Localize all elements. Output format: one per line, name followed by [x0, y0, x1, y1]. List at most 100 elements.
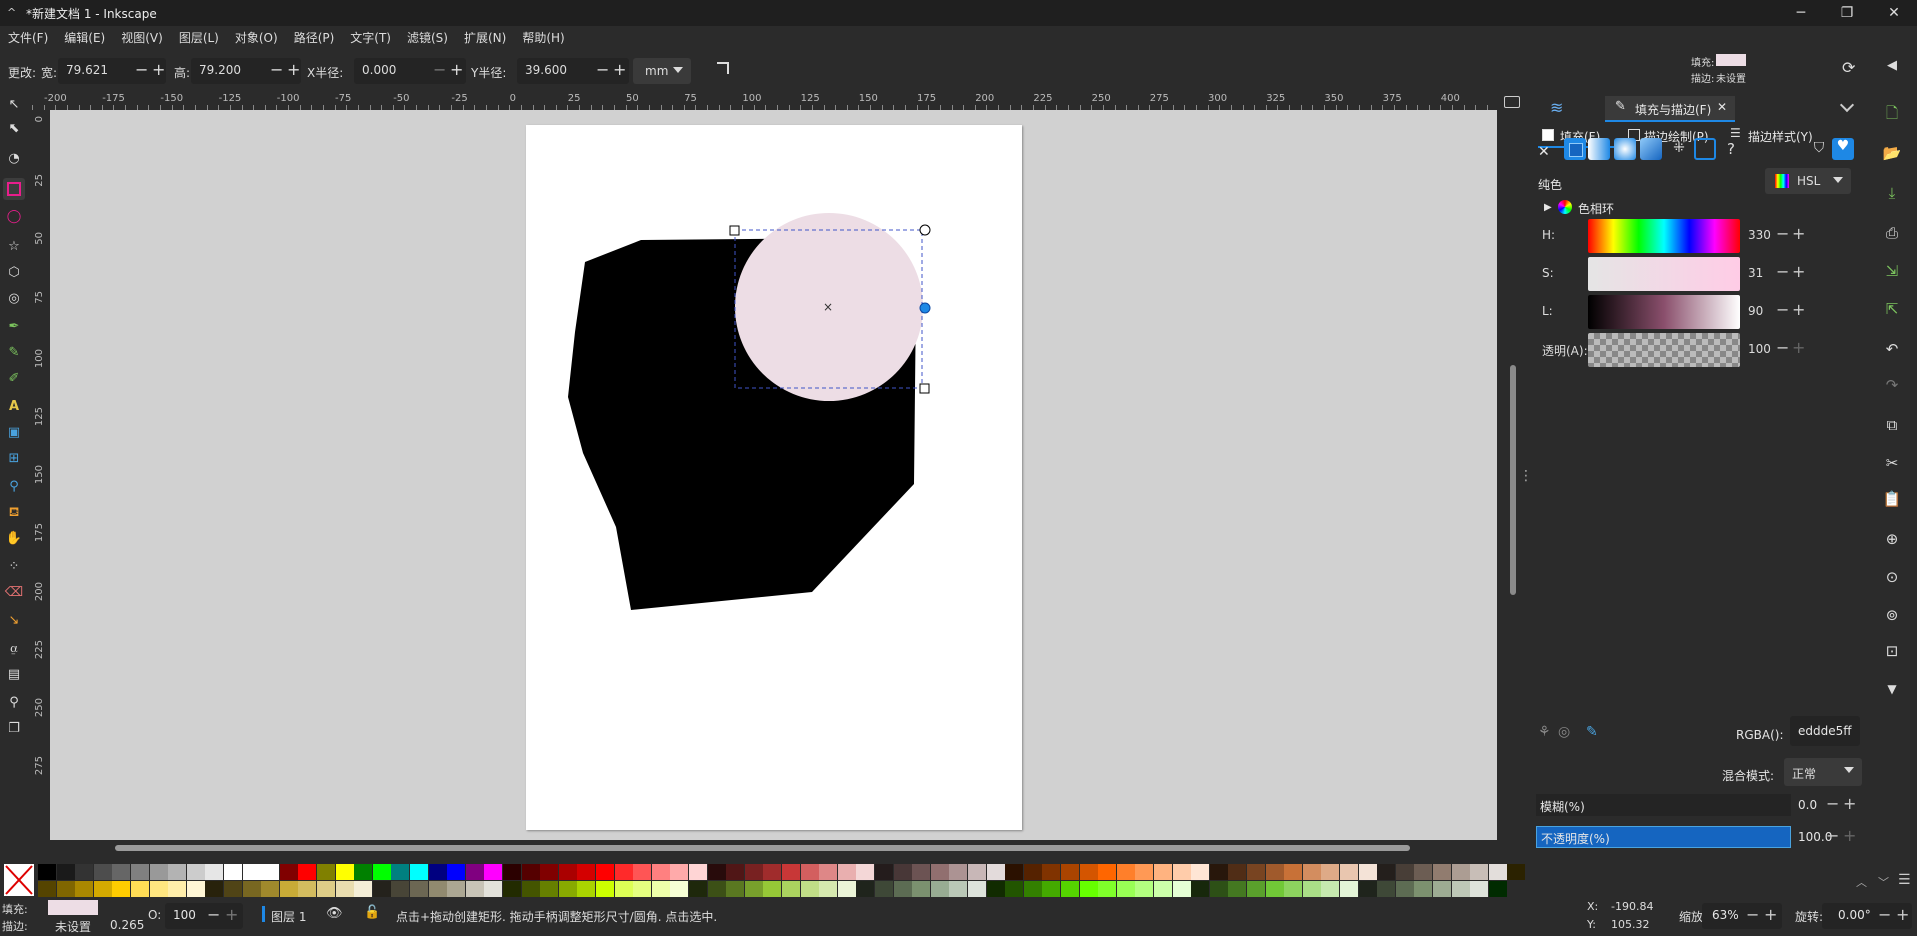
palette-swatch[interactable]	[1507, 864, 1526, 880]
palette-swatch[interactable]	[38, 881, 56, 897]
palette-swatch[interactable]	[205, 864, 224, 880]
collapse-right-icon[interactable]: ◀	[1887, 58, 1909, 80]
new-document-icon[interactable]: 🗋	[1881, 102, 1903, 124]
palette-swatch[interactable]	[242, 864, 261, 880]
text-tool-icon[interactable]: A	[3, 396, 25, 418]
color-managed-icon[interactable]: ⚘	[1538, 724, 1551, 740]
status-fill-swatch[interactable]	[48, 900, 98, 915]
palette-swatch[interactable]	[707, 881, 726, 897]
calligraphy-tool-icon[interactable]: ✐	[3, 368, 25, 390]
palette-swatch[interactable]	[335, 864, 354, 880]
decrement-icon[interactable]: −	[207, 905, 220, 924]
status-opacity-value[interactable]: 100	[173, 908, 196, 922]
increment-icon[interactable]: +	[1896, 905, 1909, 924]
menu-extensions[interactable]: 扩展(N)	[456, 26, 514, 50]
palette-swatch[interactable]	[577, 881, 596, 897]
dropper-tool-icon[interactable]: ⚲	[3, 476, 25, 498]
palette-swatch[interactable]	[372, 864, 391, 880]
cut-icon[interactable]: ✂	[1881, 452, 1903, 474]
increment-icon[interactable]: +	[1843, 794, 1856, 813]
decrement-icon[interactable]: −	[1746, 905, 1759, 924]
palette-swatch[interactable]	[1433, 881, 1451, 897]
color-wheel-label[interactable]: 色相环	[1578, 200, 1614, 217]
menu-text[interactable]: 文字(T)	[342, 26, 399, 50]
unit-dropdown[interactable]: mm	[633, 58, 691, 84]
pen-tool-icon[interactable]: ✒	[3, 316, 25, 338]
menu-path[interactable]: 路径(P)	[286, 26, 343, 50]
palette-swatch[interactable]	[168, 864, 187, 880]
palette-swatch[interactable]	[1209, 864, 1228, 880]
palette-swatch[interactable]	[837, 864, 856, 880]
palette-swatch[interactable]	[261, 881, 280, 897]
unset-paint-icon[interactable]: ?	[1720, 140, 1742, 162]
palette-swatch[interactable]	[484, 864, 503, 880]
palette-swatch[interactable]	[614, 881, 633, 897]
palette-swatch[interactable]	[800, 864, 819, 880]
palette-swatch[interactable]	[986, 881, 1005, 897]
menu-view[interactable]: 视图(V)	[113, 26, 171, 50]
palette-swatch[interactable]	[1172, 864, 1191, 880]
spray-tool-icon[interactable]: ⁘	[3, 556, 25, 578]
palette-swatch[interactable]	[465, 864, 484, 880]
import-icon[interactable]: ⇲	[1881, 260, 1903, 282]
palette-swatch[interactable]	[1247, 881, 1265, 897]
palette-swatch[interactable]	[1135, 881, 1154, 897]
palette-swatch[interactable]	[968, 881, 986, 897]
palette-swatch[interactable]	[224, 864, 242, 880]
nonzero-icon[interactable]: ♥	[1832, 138, 1854, 160]
palette-swatch[interactable]	[1061, 881, 1079, 897]
palette-swatch[interactable]	[1377, 864, 1396, 880]
palette-swatch[interactable]	[75, 864, 94, 880]
zoom-page-icon[interactable]: ⊚	[1881, 604, 1903, 626]
mesh-gradient-button[interactable]	[1640, 138, 1662, 160]
lock-icon[interactable]: 🔓	[364, 905, 380, 920]
palette-swatch[interactable]	[856, 864, 875, 880]
horizontal-scrollbar[interactable]	[115, 845, 1410, 851]
palette-swatch[interactable]	[1470, 881, 1489, 897]
status-stroke-width[interactable]: 0.265	[110, 918, 144, 932]
copy-icon[interactable]: ⧉	[1881, 414, 1903, 436]
palette-swatch[interactable]	[1135, 864, 1154, 880]
star-tool-icon[interactable]: ☆	[3, 236, 25, 258]
rx-value[interactable]: 0.000	[362, 63, 396, 77]
selector-tool-icon[interactable]: ↖	[3, 94, 25, 116]
rgba-value[interactable]: eddde5ff	[1798, 724, 1852, 738]
vertical-scrollbar[interactable]	[1510, 365, 1516, 595]
palette-swatch[interactable]	[354, 864, 373, 880]
palette-swatch[interactable]	[1265, 864, 1284, 880]
palette-swatch[interactable]	[447, 864, 466, 880]
palette-swatch[interactable]	[1340, 881, 1358, 897]
blur-slider[interactable]: 模糊(%)	[1536, 794, 1791, 816]
palette-swatch[interactable]	[837, 881, 856, 897]
palette-swatch[interactable]	[633, 881, 652, 897]
paint-bucket-tool-icon[interactable]: ⛾	[3, 502, 25, 524]
palette-swatch[interactable]	[651, 881, 670, 897]
corner-handle[interactable]	[729, 225, 740, 236]
palette-swatch[interactable]	[391, 881, 410, 897]
palette-swatch[interactable]	[1321, 864, 1340, 880]
palette-menu-icon[interactable]: ﹀	[1878, 874, 1889, 890]
palette-swatch[interactable]	[1154, 864, 1172, 880]
more-commands-icon[interactable]: ▼	[1881, 678, 1903, 700]
palette-swatch[interactable]	[689, 881, 707, 897]
palette-swatch[interactable]	[1228, 864, 1247, 880]
palette-swatch[interactable]	[800, 881, 819, 897]
tab-fill-stroke[interactable]: ✎ 填充与描边(F) ✕	[1605, 96, 1735, 122]
palette-swatch[interactable]	[149, 881, 168, 897]
radial-gradient-button[interactable]	[1614, 138, 1636, 160]
ry-spinbox[interactable]: 39.600 − +	[517, 58, 629, 84]
spiral-tool-icon[interactable]: ◎	[3, 288, 25, 310]
decrement-icon[interactable]: −	[433, 60, 446, 79]
palette-swatch[interactable]	[726, 864, 745, 880]
pattern-button[interactable]: ⁜	[1668, 140, 1690, 162]
alpha-value[interactable]: 100	[1748, 342, 1771, 356]
resize-handle[interactable]	[919, 383, 930, 394]
alpha-slider[interactable]	[1588, 333, 1740, 367]
blend-mode-dropdown[interactable]: 正常	[1784, 758, 1862, 786]
palette-swatch[interactable]	[1079, 864, 1098, 880]
menu-file[interactable]: 文件(F)	[0, 26, 56, 50]
zoom-fit-icon[interactable]: ⊡	[1881, 640, 1903, 662]
palette-swatch[interactable]	[763, 881, 782, 897]
palette-swatch[interactable]	[168, 881, 187, 897]
palette-swatch[interactable]	[986, 864, 1005, 880]
